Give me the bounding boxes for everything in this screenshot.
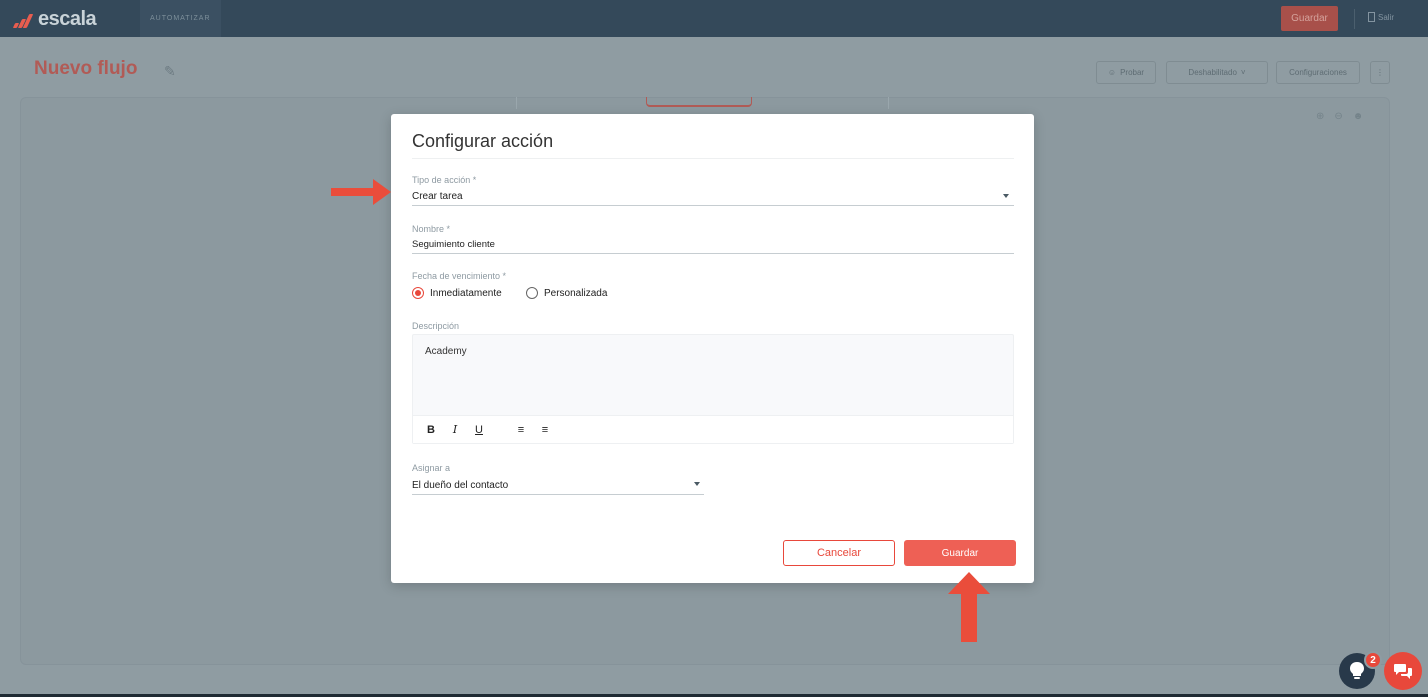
name-label: Nombre *: [412, 224, 451, 234]
due-date-label: Fecha de vencimiento *: [412, 271, 507, 281]
canvas-controls: ⊕ ⊖ ☻: [1316, 111, 1363, 122]
description-label: Descripción: [412, 321, 460, 331]
chat-bubbles-icon: [1394, 664, 1412, 679]
logo-bars-icon: [10, 10, 36, 30]
radio-unselected-icon: [526, 287, 538, 299]
more-options-button[interactable]: ⋮: [1370, 61, 1390, 84]
configure-action-modal: Configurar acción Tipo de acción * Crear…: [391, 114, 1034, 583]
escala-logo[interactable]: escala: [10, 8, 97, 31]
radio-custom[interactable]: Personalizada: [526, 287, 607, 299]
radio-selected-icon: [412, 287, 424, 299]
cancel-button[interactable]: Cancelar: [783, 540, 895, 566]
status-select-label: Deshabilitado: [1188, 68, 1237, 77]
notification-badge: 2: [1364, 651, 1382, 669]
bold-icon[interactable]: B: [425, 424, 437, 436]
kebab-menu-icon: ⋮: [1376, 68, 1384, 77]
assign-to-caret-icon[interactable]: [694, 482, 700, 486]
action-type-label: Tipo de acción *: [412, 175, 477, 185]
annotation-arrow-right-icon: [331, 179, 391, 205]
flow-node-tab: [646, 97, 752, 107]
edit-title-pencil-icon[interactable]: ✎: [164, 63, 180, 79]
modal-title-divider: [412, 158, 1014, 159]
chat-button[interactable]: [1384, 652, 1422, 690]
logo-text: escala: [38, 8, 97, 30]
ordered-list-icon[interactable]: ≡: [515, 424, 527, 436]
logout-icon: [1368, 12, 1375, 22]
name-input[interactable]: Seguimiento cliente: [412, 239, 495, 250]
module-label[interactable]: AUTOMATIZAR: [140, 0, 221, 37]
underline-icon[interactable]: U: [473, 424, 485, 436]
zoom-in-icon[interactable]: ⊕: [1316, 111, 1324, 122]
chevron-down-icon: ˅: [1240, 68, 1246, 77]
action-type-underline: [412, 205, 1014, 206]
assign-to-select[interactable]: El dueño del contacto: [412, 480, 508, 491]
test-flow-label: Probar: [1120, 68, 1145, 77]
action-type-select[interactable]: Crear tarea: [412, 191, 463, 202]
flow-title: Nuevo flujo: [34, 58, 138, 79]
zoom-out-icon[interactable]: ⊖: [1334, 111, 1342, 122]
action-type-caret-icon[interactable]: [1003, 194, 1009, 198]
logout-button[interactable]: Salir: [1368, 12, 1394, 22]
lightbulb-icon: [1350, 662, 1364, 679]
italic-icon[interactable]: I: [449, 423, 461, 436]
editor-toolbar: B I U ≡ ≡: [413, 415, 1013, 443]
navbar-divider: [1354, 9, 1355, 29]
status-select[interactable]: Deshabilitado ˅: [1166, 61, 1268, 84]
user-icon: ☺: [1107, 68, 1117, 77]
radio-custom-label: Personalizada: [544, 287, 608, 299]
radio-immediately-label: Inmediatamente: [430, 287, 502, 299]
test-flow-button[interactable]: ☺ Probar: [1096, 61, 1156, 84]
assign-to-label: Asignar a: [412, 463, 451, 473]
description-editor[interactable]: Academy B I U ≡ ≡: [412, 334, 1014, 444]
top-save-button[interactable]: Guardar: [1281, 6, 1338, 31]
person-icon[interactable]: ☻: [1353, 111, 1364, 122]
bullet-list-icon[interactable]: ≡: [539, 424, 551, 436]
save-button[interactable]: Guardar: [904, 540, 1016, 566]
annotation-arrow-up-icon: [948, 572, 990, 642]
settings-label: Configuraciones: [1289, 68, 1347, 77]
top-navbar: escala AUTOMATIZAR Guardar Salir: [0, 0, 1428, 37]
description-text[interactable]: Academy: [425, 346, 467, 357]
name-underline: [412, 253, 1014, 254]
settings-button[interactable]: Configuraciones: [1276, 61, 1360, 84]
radio-immediately[interactable]: Inmediatamente: [412, 287, 502, 299]
modal-title: Configurar acción: [412, 131, 554, 151]
logout-label: Salir: [1378, 12, 1395, 22]
assign-to-underline: [412, 494, 704, 495]
